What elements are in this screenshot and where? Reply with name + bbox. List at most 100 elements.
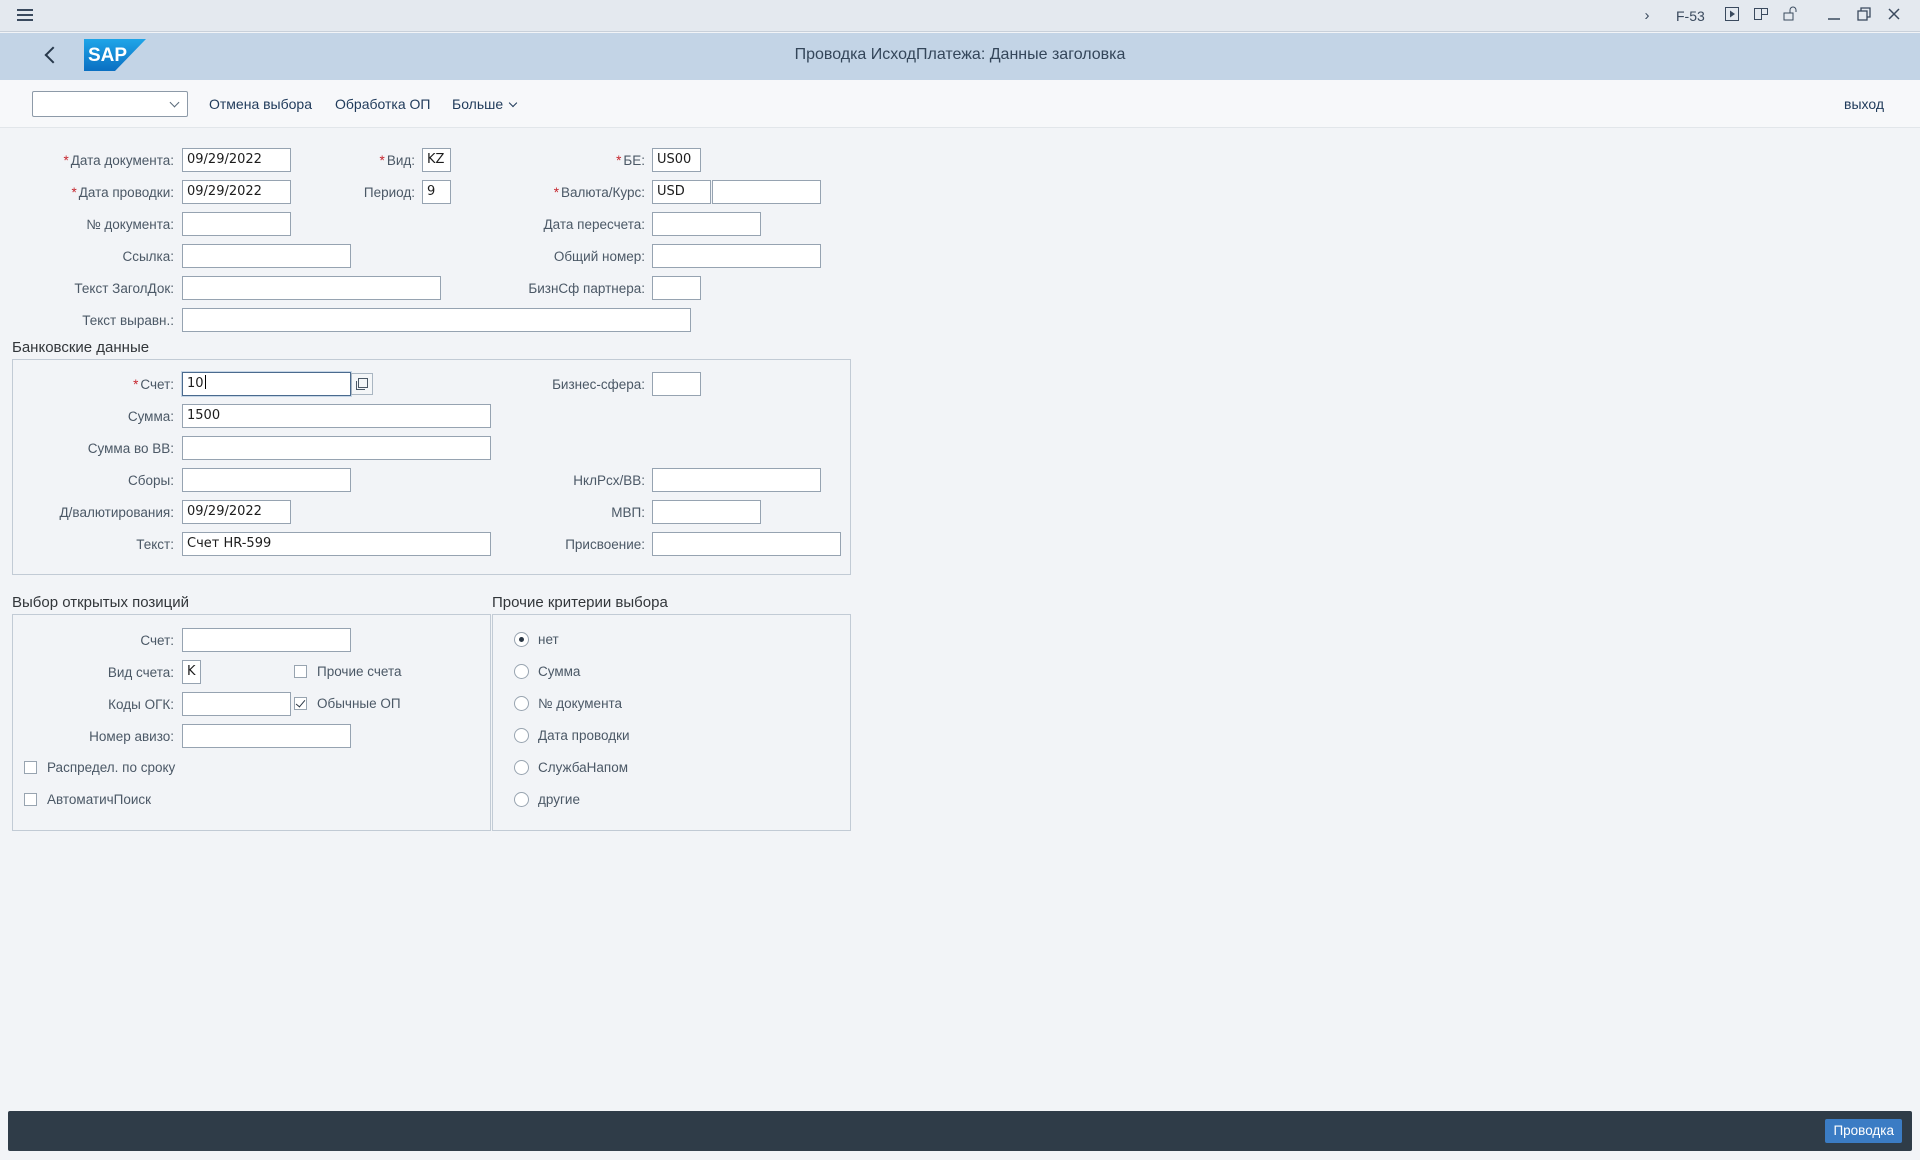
exit-button[interactable]: выход <box>1844 95 1884 113</box>
doc-number-input[interactable] <box>182 212 291 236</box>
payment-advice-label: Номер авизо: <box>89 729 174 744</box>
translation-date-input[interactable] <box>652 212 761 236</box>
page-title: Проводка ИсходПлатежа: Данные заголовка <box>794 46 1126 63</box>
amount-lc-input[interactable] <box>182 436 491 460</box>
radio-others[interactable] <box>514 792 529 807</box>
radio-none[interactable] <box>514 632 529 647</box>
special-gl-input[interactable] <box>182 692 291 716</box>
period-label: Период: <box>363 185 415 200</box>
variant-dropdown[interactable] <box>32 91 188 117</box>
auto-search-checkbox[interactable] <box>24 793 37 806</box>
toolbar: Отмена выбора Обработка ОП Больше выход <box>0 80 1920 128</box>
assignment-input[interactable] <box>652 532 841 556</box>
account-type-input[interactable]: K <box>182 660 201 684</box>
amount-input[interactable]: 1500 <box>182 404 491 428</box>
bank-data-title: Банковские данные <box>12 339 150 356</box>
charges-label: Сборы: <box>128 473 174 488</box>
reference-input[interactable] <box>182 244 351 268</box>
profit-center-input[interactable] <box>652 500 761 524</box>
close-icon[interactable] <box>1884 6 1904 26</box>
doc-type-label: * Вид: <box>379 153 415 168</box>
amount-label: Сумма: <box>127 409 174 424</box>
radio-amount-label: Сумма <box>538 664 581 679</box>
currency-label: * Валюта/Курс: <box>553 185 645 200</box>
company-code-input[interactable]: US00 <box>652 148 701 172</box>
radio-posting-date[interactable] <box>514 728 529 743</box>
currency-input[interactable]: USD <box>652 180 711 204</box>
bank-account-label: * Счет: <box>133 377 174 392</box>
radio-others-label: другие <box>538 792 580 807</box>
exchange-rate-input[interactable] <box>712 180 821 204</box>
lock-icon[interactable] <box>1780 6 1800 26</box>
radio-dunning-area[interactable] <box>514 760 529 775</box>
cross-cc-input[interactable] <box>652 244 821 268</box>
auto-search-label: АвтоматичПоиск <box>47 792 152 807</box>
translation-date-label: Дата пересчета: <box>543 217 645 232</box>
other-accounts-label: Прочие счета <box>317 664 402 679</box>
post-date-input[interactable]: 09/29/2022 <box>182 180 291 204</box>
doc-date-input[interactable]: 09/29/2022 <box>182 148 291 172</box>
value-date-label: Д/валютирования: <box>59 505 174 520</box>
radio-amount[interactable] <box>514 664 529 679</box>
clearing-text-input[interactable] <box>182 308 691 332</box>
partner-ba-label: БизнСф партнера: <box>528 281 645 296</box>
post-date-label: * Дата проводки: <box>71 185 174 200</box>
more-label: Больше <box>452 96 504 112</box>
bank-account-input[interactable]: 10 <box>182 372 351 396</box>
amount-lc-label: Сумма во ВВ: <box>87 441 174 456</box>
radio-doc-number[interactable] <box>514 696 529 711</box>
execute-icon[interactable] <box>1722 6 1742 26</box>
oi-account-label: Счет: <box>140 633 174 648</box>
payment-advice-input[interactable] <box>182 724 351 748</box>
item-text-label: Текст: <box>136 537 174 552</box>
bank-account-value: 10 <box>187 376 204 391</box>
process-open-items-button[interactable]: Обработка ОП <box>335 95 430 113</box>
radio-doc-number-label: № документа <box>538 696 623 711</box>
other-criteria-title: Прочие критерии выбора <box>492 594 668 611</box>
doc-number-label: № документа: <box>86 217 174 232</box>
reference-label: Ссылка: <box>122 249 174 264</box>
normal-oi-label: Обычные ОП <box>317 696 401 711</box>
company-code-label: * БЕ: <box>616 153 645 168</box>
chevron-right-icon[interactable]: › <box>1637 6 1657 26</box>
other-accounts-checkbox[interactable] <box>294 665 307 678</box>
open-items-title: Выбор открытых позиций <box>12 594 190 611</box>
value-date-input[interactable]: 09/29/2022 <box>182 500 291 524</box>
window-title-bar: › F-53 <box>0 0 1920 32</box>
distribute-by-age-checkbox[interactable] <box>24 761 37 774</box>
assignment-label: Присвоение: <box>565 537 645 552</box>
restore-icon[interactable] <box>1854 6 1874 26</box>
minimize-icon[interactable] <box>1824 6 1844 26</box>
post-button[interactable]: Проводка <box>1825 1119 1902 1143</box>
cancel-selection-button[interactable]: Отмена выбора <box>209 95 312 113</box>
header-text-input[interactable] <box>182 276 441 300</box>
shell-header: SAP Проводка ИсходПлатежа: Данные заголо… <box>0 33 1920 80</box>
business-area-input[interactable] <box>652 372 701 396</box>
charges-input[interactable] <box>182 468 351 492</box>
account-type-label: Вид счета: <box>107 665 174 680</box>
cross-cc-label: Общий номер: <box>553 249 645 264</box>
transaction-code: F-53 <box>1676 8 1705 24</box>
special-gl-label: Коды ОГК: <box>108 697 174 712</box>
menu-icon[interactable] <box>14 6 36 26</box>
footer-bar: Проводка <box>8 1111 1912 1151</box>
lc-bank-charges-input[interactable] <box>652 468 821 492</box>
text-cursor <box>204 375 206 389</box>
lc-bank-charges-label: НклРсх/ВВ: <box>573 473 645 488</box>
period-input[interactable]: 9 <box>422 180 451 204</box>
header-text-label: Текст ЗаголДок: <box>74 281 174 296</box>
oi-account-input[interactable] <box>182 628 351 652</box>
more-menu-button[interactable]: Больше <box>452 95 518 113</box>
profit-center-label: МВП: <box>611 505 645 520</box>
doc-date-label: * Дата документа: <box>63 153 175 168</box>
normal-oi-checkbox[interactable] <box>294 697 307 710</box>
radio-posting-date-label: Дата проводки <box>538 728 630 743</box>
item-text-input[interactable]: Счет HR-599 <box>182 532 491 556</box>
radio-none-label: нет <box>538 632 559 647</box>
business-area-label: Бизнес-сфера: <box>552 377 645 392</box>
radio-dunning-area-label: СлужбаНапом <box>538 760 628 775</box>
doc-type-input[interactable]: KZ <box>422 148 451 172</box>
value-help-icon[interactable] <box>351 373 373 395</box>
layout-icon[interactable] <box>1751 6 1771 26</box>
partner-ba-input[interactable] <box>652 276 701 300</box>
